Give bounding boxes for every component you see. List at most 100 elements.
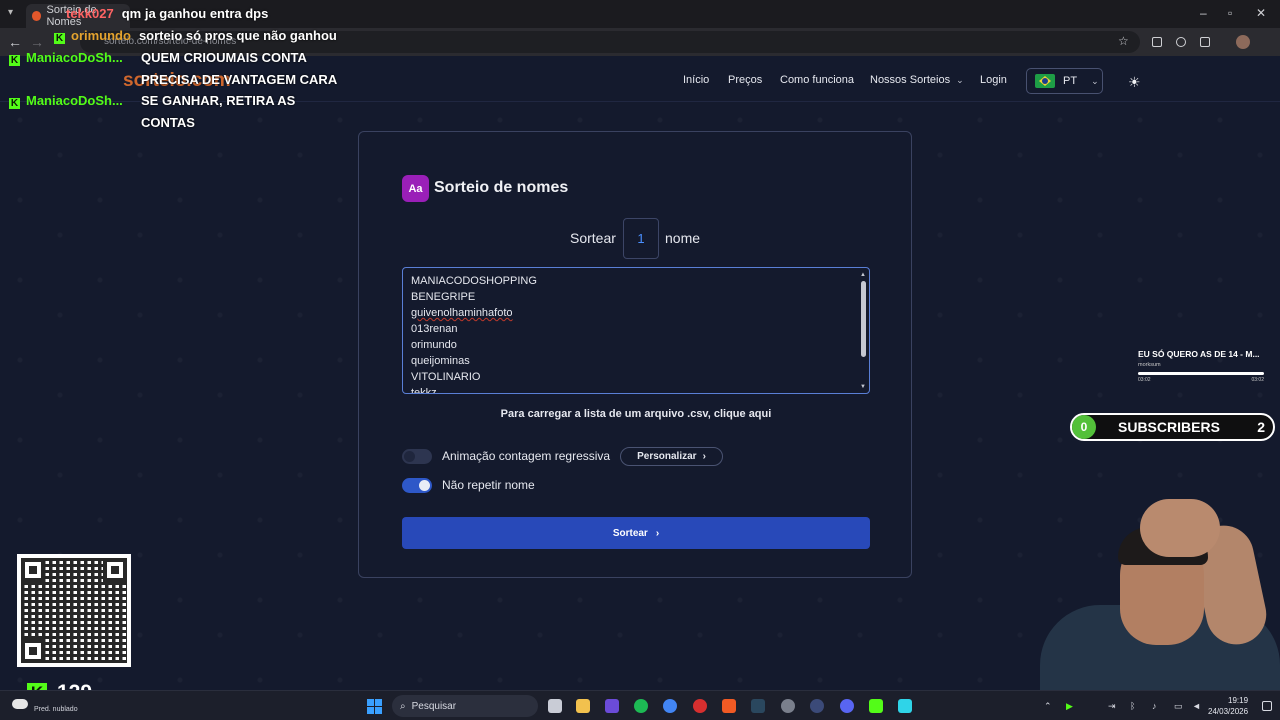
app-icon[interactable] (781, 699, 795, 713)
microphone-icon[interactable]: ♪ (1152, 701, 1157, 711)
names-textarea[interactable]: MANIACODOSHOPPING BENEGRIPE guivenolhami… (402, 267, 870, 394)
card-title: Sorteio de nomes (434, 179, 569, 196)
taskbar-clock[interactable]: 19:19 24/03/2026 (1208, 695, 1248, 717)
tab-list-icon[interactable]: ▾ (8, 7, 13, 18)
song-elapsed: 03:02 (1138, 377, 1151, 383)
draw-submit-button[interactable]: Sortear › (402, 517, 870, 549)
kick-app-icon[interactable] (869, 699, 883, 713)
steam-icon[interactable] (751, 699, 765, 713)
streamer-webcam (1030, 495, 1280, 691)
draw-suffix: nome (665, 230, 701, 246)
draw-prefix: Sortear (570, 230, 616, 246)
nav-nossos-sorteios-label: Nossos Sorteios (870, 74, 951, 86)
song-total: 03:02 (1251, 377, 1264, 383)
no-repeat-option: Não repetir nome (402, 475, 535, 495)
csv-upload-link[interactable]: Para carregar a lista de um arquivo .csv… (359, 408, 913, 420)
nav-precos[interactable]: Preços (728, 74, 762, 86)
opera-icon[interactable] (693, 699, 707, 713)
chevron-down-icon: ⌄ (956, 75, 964, 85)
tray-app-icon-2[interactable]: ⇥ (1108, 701, 1116, 712)
close-icon[interactable]: ✕ (1256, 6, 1266, 20)
name-line: 013renan (411, 323, 458, 335)
spotify-icon[interactable] (634, 699, 648, 713)
file-explorer-icon[interactable] (576, 699, 590, 713)
chat-message: K ManiacoDoSh... (9, 50, 131, 66)
qr-finder-pattern (21, 639, 45, 663)
tray-overflow-icon[interactable]: ⌃ (1044, 701, 1052, 712)
extensions-puzzle-icon[interactable] (1200, 37, 1210, 47)
tab-favicon-icon (32, 11, 42, 21)
customize-button[interactable]: Personalizar › (620, 446, 723, 466)
qr-finder-pattern (103, 558, 127, 582)
textarea-scrollbar[interactable]: ▲ ▼ (860, 272, 868, 390)
maximize-icon[interactable]: ▫ (1228, 6, 1232, 20)
draw-count-row: Sortear 1 nome (359, 218, 913, 260)
notifications-icon[interactable] (1262, 701, 1272, 711)
bookmark-star-icon[interactable]: ☆ (1118, 34, 1129, 48)
nav-nossos-sorteios[interactable]: Nossos Sorteios ⌄ (870, 74, 964, 86)
windows-start-icon[interactable] (367, 699, 382, 714)
back-icon[interactable]: ← (8, 34, 22, 50)
extension-icon[interactable] (1152, 37, 1162, 47)
chat-username: ManiacoDoSh... (26, 50, 123, 65)
volume-icon[interactable]: ◄ (1192, 701, 1201, 711)
scroll-down-icon[interactable]: ▼ (860, 384, 866, 390)
weather-label[interactable]: Pred. nublado (34, 706, 78, 713)
text-aa-icon: Aa (402, 175, 429, 202)
profile-avatar[interactable] (1236, 35, 1250, 49)
countdown-toggle[interactable] (402, 448, 432, 464)
chat-text: QUEM CRIOUMAIS CONTA PRECISA DE VANTAGEM… (141, 50, 338, 87)
song-artist: morksum (1138, 362, 1161, 368)
chat-message: tekk027 qm ja ganhou entra dps (66, 6, 268, 21)
chevron-right-icon: › (655, 527, 660, 539)
draw-submit-label: Sortear (612, 527, 648, 539)
forward-icon[interactable]: → (30, 34, 44, 50)
weather-cloud-icon[interactable] (12, 699, 28, 709)
name-line: queijominas (411, 355, 470, 367)
draw-count-input[interactable]: 1 (623, 218, 659, 259)
app-icon-2[interactable] (810, 699, 824, 713)
name-line: guivenolhaminhafoto (411, 307, 513, 319)
nav-como-funciona[interactable]: Como funciona (780, 74, 854, 86)
extension-icon-2[interactable] (1176, 37, 1186, 47)
app-grid-icon[interactable] (605, 699, 619, 713)
no-repeat-toggle[interactable] (402, 477, 432, 493)
nav-login[interactable]: Login (980, 74, 1007, 86)
scroll-up-icon[interactable]: ▲ (860, 272, 866, 278)
discord-icon[interactable] (840, 699, 854, 713)
chat-username: ManiacoDoSh... (26, 93, 123, 108)
minimize-icon[interactable]: – (1200, 6, 1207, 20)
chat-username: orimundo (71, 28, 131, 43)
qr-code-image (17, 554, 131, 667)
song-progress-bar (1138, 372, 1264, 375)
kick-badge-icon: K (9, 98, 20, 109)
notepad-icon[interactable] (898, 699, 912, 713)
search-icon: ⌕ (400, 700, 406, 712)
scroll-thumb[interactable] (861, 281, 866, 357)
taskbar-search[interactable]: ⌕ Pesquisar (392, 695, 538, 717)
chat-text: qm ja ganhou entra dps (121, 6, 269, 21)
webcam-person-hand (1140, 499, 1220, 557)
brave-icon[interactable] (722, 699, 736, 713)
qr-finder-pattern (21, 558, 45, 582)
name-line: orimundo (411, 339, 457, 351)
network-icon[interactable]: ▭ (1174, 701, 1183, 712)
task-view-icon[interactable] (548, 699, 562, 713)
bluetooth-icon[interactable]: ᛒ (1130, 701, 1135, 711)
windows-taskbar: Pred. nublado ⌕ Pesquisar ⌃ ▶ ⇥ ᛒ ♪ ▭ ◄ … (0, 690, 1280, 720)
countdown-label: Animação contagem regressiva (442, 449, 611, 463)
nav-inicio[interactable]: Início (683, 74, 709, 86)
name-line: VITOLINARIO (411, 371, 481, 383)
now-playing-widget: EU SÓ QUERO AS DE 14 - M... morksum 03:0… (1138, 349, 1264, 383)
chat-text: sorteio só pros que não ganhou (138, 28, 337, 43)
clock-date: 24/03/2026 (1208, 707, 1249, 716)
chrome-icon[interactable] (663, 699, 677, 713)
chat-message: K ManiacoDoSh... (9, 93, 131, 109)
chat-text: SE GANHAR, RETIRA AS CONTAS (141, 93, 296, 130)
tray-app-icon[interactable]: ▶ (1066, 701, 1073, 712)
customize-label: Personalizar (637, 450, 697, 462)
theme-toggle-sun-icon[interactable]: ☀ (1128, 74, 1141, 91)
chat-message: Korimundo sorteio só pros que não ganhou (54, 28, 337, 44)
clock-time: 19:19 (1228, 696, 1249, 705)
language-selector[interactable]: PT ⌄ (1026, 68, 1103, 94)
